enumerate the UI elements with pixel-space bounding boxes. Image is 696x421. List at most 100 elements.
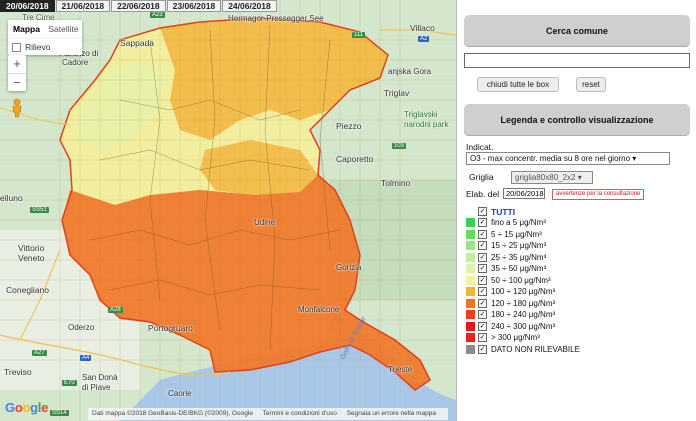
legend-swatch — [466, 252, 475, 262]
legend-item-label: 25 ÷ 35 μg/Nm³ — [491, 252, 547, 262]
report-error-link[interactable]: Segnala un errore nella mappa — [347, 410, 436, 417]
indicator-label: Indicat. — [466, 142, 494, 152]
map-label-belluno: elluno — [0, 193, 23, 203]
legend-item[interactable]: ✓ 25 ÷ 35 μg/Nm³ — [466, 252, 546, 263]
road-shield: A28 — [108, 307, 123, 313]
legend-swatch — [466, 287, 475, 296]
date-tabs: 20/06/2018 21/06/2018 22/06/2018 23/06/2… — [0, 0, 278, 12]
legend-checkbox[interactable]: ✓ — [478, 344, 487, 354]
legend-item-label: 100 ÷ 120 μg/Nm³ — [491, 287, 556, 296]
legend-item-label: 15 ÷ 25 μg/Nm³ — [491, 241, 547, 250]
map-label-vittorio-veneto: Vittorio Veneto — [18, 243, 45, 263]
date-tab[interactable]: 23/06/2018 — [166, 0, 222, 12]
legend-checkbox[interactable]: ✓ — [478, 287, 487, 296]
legend-item-label: fino a 5 μg/Nm³ — [491, 218, 546, 227]
legend-item-label: DATO NON RILEVABILE — [491, 344, 580, 354]
map-label-oderzo: Oderzo — [68, 323, 95, 332]
google-logo-letter: o — [22, 400, 31, 415]
legend-item[interactable]: ✓ DATO NON RILEVABILE — [466, 344, 580, 355]
legend-item[interactable]: ✓ 50 ÷ 100 μg/Nm³ — [466, 275, 551, 286]
road-shield: 111 — [352, 32, 366, 38]
elab-label: Elab. del — [466, 189, 500, 199]
map-label-caporetto: Caporetto — [336, 154, 374, 164]
map-label-monfalcone: Monfalcone — [298, 305, 340, 314]
legend-item[interactable]: ✓ 180 ÷ 240 μg/Nm³ — [466, 309, 555, 320]
road-shield: 103 — [392, 143, 407, 149]
grid-label: Griglia — [469, 172, 494, 182]
legend-all-toggle[interactable]: ✓ TUTTI — [466, 206, 515, 217]
google-logo-letter: e — [41, 400, 49, 415]
map-label-kranjska: anjska Gora — [388, 67, 432, 76]
relief-label: Rilievo — [25, 42, 51, 52]
map-type-map-button[interactable]: Mappa — [8, 20, 45, 38]
zoom-in-button[interactable]: + — [8, 55, 26, 73]
attribution-data: Dati mappa ©2018 GeoBasis-DE/BKG (©2009)… — [92, 410, 253, 417]
reset-button[interactable]: reset — [576, 77, 606, 92]
map-label-tolmino: Tolmino — [381, 178, 411, 188]
map-label-trieste: Trieste — [388, 365, 413, 374]
legend-item[interactable]: ✓ 120 ÷ 180 μg/Nm³ — [466, 298, 555, 309]
legend-swatch — [466, 321, 475, 331]
legend-swatch — [466, 344, 475, 354]
map-label-piezzo: Piezzo — [336, 121, 362, 131]
date-tab[interactable]: 21/06/2018 — [55, 0, 111, 12]
search-comune-input[interactable] — [464, 53, 690, 68]
warnings-button[interactable]: avvertenze per la consultazione — [552, 189, 645, 200]
legend-checkbox[interactable]: ✓ — [478, 264, 487, 273]
legend-item[interactable]: ✓ 15 ÷ 25 μg/Nm³ — [466, 240, 546, 251]
legend-item[interactable]: ✓ > 300 μg/Nm³ — [466, 332, 540, 343]
indicator-select[interactable]: O3 - max concentr. media su 8 ore nel gi… — [466, 152, 670, 165]
legend-item-label: 5 ÷ 15 μg/Nm³ — [491, 229, 542, 239]
map-label-hermagor: Hermagor-Pressegger See — [228, 14, 324, 23]
search-comune-header[interactable]: Cerca comune — [464, 15, 690, 47]
road-shield: A27 — [32, 350, 47, 356]
legend-header[interactable]: Legenda e controllo visualizzazione — [464, 104, 690, 136]
legend-item[interactable]: ✓ fino a 5 μg/Nm³ — [466, 217, 546, 228]
legend-all-checkbox[interactable]: ✓ — [478, 207, 487, 216]
zoom-control: + − — [8, 55, 26, 91]
pegman-icon[interactable] — [11, 98, 23, 118]
legend-swatch — [466, 218, 475, 227]
zoom-out-button[interactable]: − — [8, 73, 26, 91]
map-type-satellite-button[interactable]: Satellite — [45, 20, 82, 38]
google-logo-letter: G — [5, 400, 15, 415]
legend-checkbox[interactable]: ✓ — [478, 229, 487, 239]
legend-checkbox[interactable]: ✓ — [478, 298, 487, 308]
legend-checkbox[interactable]: ✓ — [478, 252, 487, 262]
road-shield: A4 — [80, 355, 92, 361]
date-tab[interactable]: 22/06/2018 — [111, 0, 166, 12]
control-panel: Cerca comune chiudi tutte le box reset L… — [456, 0, 696, 421]
map-label-conegliano: Conegliano — [6, 285, 50, 295]
legend-checkbox[interactable]: ✓ — [478, 218, 487, 227]
legend-item[interactable]: ✓ 35 ÷ 50 μg/Nm³ — [466, 263, 546, 274]
legend-item[interactable]: ✓ 240 ÷ 300 μg/Nm³ — [466, 321, 555, 332]
legend-item[interactable]: ✓ 100 ÷ 120 μg/Nm³ — [466, 286, 555, 297]
legend-checkbox[interactable]: ✓ — [478, 333, 487, 342]
map-label-san-dona: San Donà di Piave — [82, 373, 118, 392]
map-label-treviso: Treviso — [4, 367, 32, 377]
legend-swatch — [466, 310, 475, 319]
relief-checkbox[interactable] — [12, 42, 21, 52]
road-shield: A2 — [418, 36, 430, 42]
map-label-villaco: Villaco — [410, 23, 435, 33]
map-canvas[interactable]: Hermagor-Pressegger See Villaco Tre Cime… — [0, 0, 456, 421]
terms-link[interactable]: Termini e condizioni d'uso — [263, 410, 337, 417]
map-type-control: Mappa Satellite Rilievo — [8, 20, 82, 55]
legend-checkbox[interactable]: ✓ — [478, 310, 487, 319]
date-tab[interactable]: 24/06/2018 — [222, 0, 277, 12]
map-label-gorizia: Gorizia — [336, 263, 362, 272]
grid-select[interactable]: griglia80x80_2x2 ▾ — [511, 171, 593, 184]
date-tab[interactable]: 20/06/2018 — [0, 0, 55, 12]
legend-item-label: > 300 μg/Nm³ — [491, 333, 540, 342]
elab-date-input[interactable]: 20/06/2018 — [503, 188, 545, 199]
legend-item-label: 240 ÷ 300 μg/Nm³ — [491, 321, 556, 331]
legend-item-label: 35 ÷ 50 μg/Nm³ — [491, 264, 547, 273]
legend-item[interactable]: ✓ 5 ÷ 15 μg/Nm³ — [466, 229, 542, 240]
legend-item-label: 50 ÷ 100 μg/Nm³ — [491, 275, 551, 285]
google-logo-letter: g — [30, 400, 38, 415]
legend-checkbox[interactable]: ✓ — [478, 241, 487, 250]
legend-checkbox[interactable]: ✓ — [478, 321, 487, 331]
legend-checkbox[interactable]: ✓ — [478, 275, 487, 285]
close-all-boxes-button[interactable]: chiudi tutte le box — [477, 77, 559, 92]
relief-toggle[interactable]: Rilievo — [8, 38, 82, 55]
